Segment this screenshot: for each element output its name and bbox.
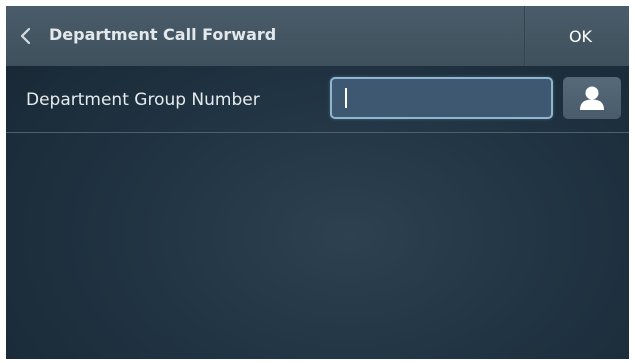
group-number-field[interactable] bbox=[330, 77, 553, 119]
back-button[interactable]: Department Call Forward bbox=[6, 6, 524, 66]
ok-button-label: OK bbox=[568, 26, 593, 46]
chevron-left-icon bbox=[20, 27, 31, 45]
text-caret bbox=[345, 88, 347, 108]
phone-screen: Department Call Forward OK Department Gr… bbox=[6, 6, 629, 359]
group-number-label: Department Group Number bbox=[26, 90, 260, 110]
page-title: Department Call Forward bbox=[49, 25, 277, 44]
contacts-button[interactable] bbox=[563, 77, 621, 119]
ok-button[interactable]: OK bbox=[526, 6, 629, 66]
group-number-input[interactable] bbox=[332, 79, 551, 117]
title-bar: Department Call Forward OK bbox=[6, 6, 629, 66]
group-number-row: Department Group Number bbox=[6, 66, 629, 133]
person-icon bbox=[580, 86, 604, 110]
